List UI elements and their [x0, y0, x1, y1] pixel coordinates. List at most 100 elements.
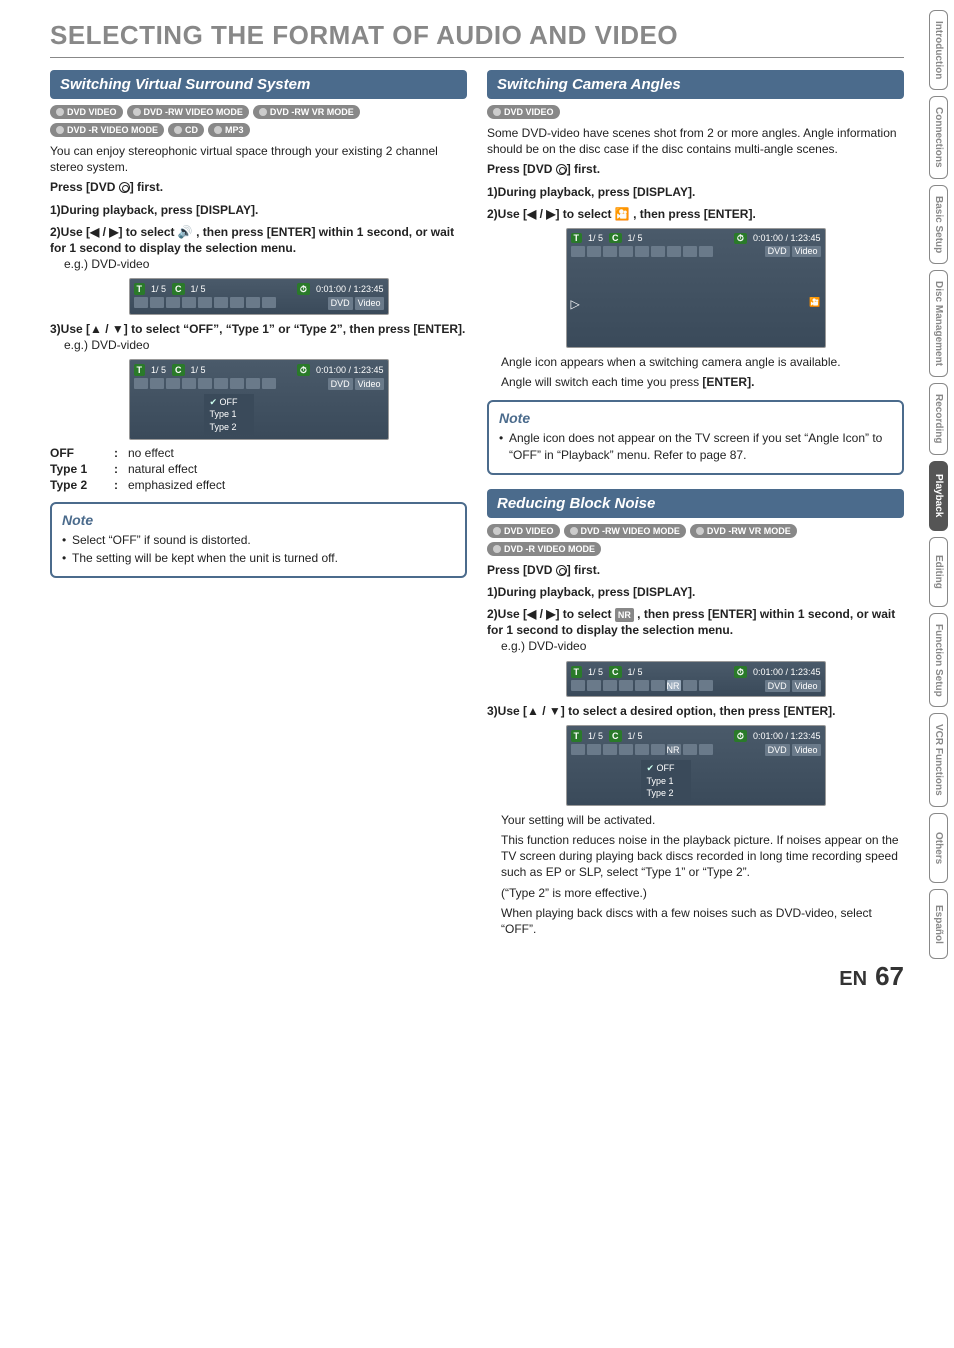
- noise-step-1: 1)During playback, press [DISPLAY].: [487, 584, 904, 600]
- menu-type1: Type 1: [645, 775, 687, 787]
- noise-step-3: 3)Use [▲ / ▼] to select a desired option…: [487, 703, 904, 937]
- osd-time: 0:01:00 / 1:23:45: [316, 283, 384, 295]
- badge-dvd-rw-video: DVD -RW VIDEO MODE: [127, 105, 249, 119]
- note-box-surround: Note Select “OFF” if sound is distorted.…: [50, 502, 467, 578]
- step-1: 1)During playback, press [DISPLAY].: [50, 202, 467, 218]
- osd-dvd: DVD: [328, 297, 353, 309]
- page-footer: EN 67: [50, 961, 904, 992]
- def-type2-desc: emphasized effect: [128, 478, 225, 492]
- def-type1-desc: natural effect: [128, 462, 197, 476]
- angles-step-2: 2)Use [◀ / ▶] to select 🎦 , then press […: [487, 206, 904, 222]
- step-num-1: 1): [50, 203, 61, 217]
- osd-title-count: 1/ 5: [151, 283, 166, 295]
- step-3-text: Use [▲ / ▼] to select “OFF”, “Type 1” or…: [61, 322, 466, 336]
- angle-text-1: Angle icon appears when a switching came…: [501, 354, 904, 370]
- definition-list: OFF:no effect Type 1:natural effect Type…: [50, 446, 467, 492]
- osd-dvd: DVD: [328, 378, 353, 390]
- step-num-2: 2): [50, 225, 61, 239]
- osd-chap-count: 1/ 5: [191, 283, 206, 295]
- tab-introduction[interactable]: Introduction: [929, 10, 948, 90]
- disc-icon: [556, 565, 567, 576]
- step-num-3: 3): [50, 322, 61, 336]
- osd-menu: OFF Type 1 Type 2: [641, 760, 691, 800]
- osd-display-nr1: T1/ 5 C1/ 5 ⏱0:01:00 / 1:23:45 NR DVDVid…: [566, 661, 826, 697]
- note-heading: Note: [62, 512, 455, 528]
- badge-dvd-r-video: DVD -R VIDEO MODE: [487, 542, 601, 556]
- def-type1: Type 1: [50, 462, 108, 476]
- note-heading: Note: [499, 410, 892, 426]
- angles-intro: Some DVD-video have scenes shot from 2 o…: [487, 125, 904, 157]
- tab-function-setup[interactable]: Function Setup: [929, 613, 948, 708]
- tab-others[interactable]: Others: [929, 813, 948, 883]
- badge-dvd-rw-vr: DVD -RW VR MODE: [690, 524, 797, 538]
- tab-recording[interactable]: Recording: [929, 383, 948, 454]
- media-badges-angles: DVD VIDEO: [487, 105, 904, 119]
- right-column: Switching Camera Angles DVD VIDEO Some D…: [487, 70, 904, 943]
- eg-label: e.g.) DVD-video: [501, 638, 904, 654]
- tab-vcr-functions[interactable]: VCR Functions: [929, 713, 948, 807]
- press-dvd-first: Press [DVD ] first.: [487, 161, 904, 177]
- tab-basic-setup[interactable]: Basic Setup: [929, 185, 948, 264]
- side-tabs: Introduction Connections Basic Setup Dis…: [929, 10, 948, 959]
- osd-c-tag: C: [172, 283, 185, 295]
- osd-time: 0:01:00 / 1:23:45: [316, 364, 384, 376]
- osd-video: Video: [355, 297, 384, 309]
- eg-label-2: e.g.) DVD-video: [64, 337, 467, 353]
- badge-dvd-rw-video: DVD -RW VIDEO MODE: [564, 524, 686, 538]
- angle-text-2: Angle will switch each time you press [E…: [501, 374, 904, 390]
- osd-display-2: T 1/ 5 C 1/ 5 ⏱ 0:01:00 / 1:23:45 DVDVid…: [129, 359, 389, 440]
- tab-editing[interactable]: Editing: [929, 537, 948, 607]
- osd-ic: [134, 297, 148, 308]
- menu-off: OFF: [645, 762, 687, 774]
- osd-t-tag: T: [134, 283, 146, 295]
- noise-result-4: When playing back discs with a few noise…: [501, 905, 904, 937]
- nr-icon: NR: [615, 608, 634, 622]
- badge-dvd-rw-vr: DVD -RW VR MODE: [253, 105, 360, 119]
- clock-icon: ⏱: [297, 364, 310, 376]
- badge-mp3: MP3: [208, 123, 250, 137]
- badge-dvd-video: DVD VIDEO: [50, 105, 123, 119]
- step-2-text: Use [◀ / ▶] to select 🔊 , then press [EN…: [50, 225, 454, 255]
- press-dvd-first: Press [DVD ] first.: [487, 562, 904, 578]
- osd-display-nr2: T1/ 5 C1/ 5 ⏱0:01:00 / 1:23:45 NR DVDVid…: [566, 725, 826, 806]
- divider-top: [50, 57, 904, 58]
- press-dvd-first: Press [DVD ] first.: [50, 179, 467, 195]
- step-2: 2)Use [◀ / ▶] to select 🔊 , then press […: [50, 224, 467, 315]
- badge-dvd-video: DVD VIDEO: [487, 105, 560, 119]
- osd-menu: OFF Type 1 Type 2: [204, 394, 254, 434]
- note-item: Select “OFF” if sound is distorted.: [62, 532, 455, 548]
- disc-icon: [119, 182, 130, 193]
- note-item: Angle icon does not appear on the TV scr…: [499, 430, 892, 462]
- play-icon: ▷: [571, 297, 821, 311]
- menu-type2: Type 2: [645, 787, 687, 799]
- page-title: SELECTING THE FORMAT OF AUDIO AND VIDEO: [50, 20, 904, 51]
- tab-playback[interactable]: Playback: [929, 461, 948, 531]
- step-1-text: During playback, press [DISPLAY].: [61, 203, 259, 217]
- def-off-desc: no effect: [128, 446, 174, 460]
- menu-type1: Type 1: [208, 408, 250, 420]
- left-column: Switching Virtual Surround System DVD VI…: [50, 70, 467, 943]
- osd-title-count: 1/ 5: [151, 364, 166, 376]
- angles-step-1: 1)During playback, press [DISPLAY].: [487, 184, 904, 200]
- noise-step-2: 2)Use [◀ / ▶] to select NR , then press …: [487, 606, 904, 697]
- tab-connections[interactable]: Connections: [929, 96, 948, 179]
- noise-result-1: Your setting will be activated.: [501, 812, 904, 828]
- def-type2: Type 2: [50, 478, 108, 492]
- section-heading-angles: Switching Camera Angles: [487, 70, 904, 99]
- menu-off: OFF: [208, 396, 250, 408]
- noise-result-2: This function reduces noise in the playb…: [501, 832, 904, 881]
- tab-disc-management[interactable]: Disc Management: [929, 270, 948, 377]
- osd-display-angle: T 1/ 5 C 1/ 5 ⏱ 0:01:00 / 1:23:45 DVDVid…: [566, 228, 826, 348]
- tab-espanol[interactable]: Español: [929, 889, 948, 959]
- clock-icon: ⏱: [297, 283, 310, 295]
- badge-dvd-r-video: DVD -R VIDEO MODE: [50, 123, 164, 137]
- menu-type2: Type 2: [208, 421, 250, 433]
- osd-chap-count: 1/ 5: [191, 364, 206, 376]
- osd-display-1: T 1/ 5 C 1/ 5 ⏱ 0:01:00 / 1:23:45 DVDVid…: [129, 278, 389, 314]
- media-badges: DVD VIDEO DVD -RW VIDEO MODE DVD -RW VR …: [50, 105, 467, 137]
- intro-text: You can enjoy stereophonic virtual space…: [50, 143, 467, 175]
- osd-c-tag: C: [172, 364, 185, 376]
- disc-icon: [556, 164, 567, 175]
- osd-video: Video: [355, 378, 384, 390]
- media-badges-noise: DVD VIDEO DVD -RW VIDEO MODE DVD -RW VR …: [487, 524, 904, 556]
